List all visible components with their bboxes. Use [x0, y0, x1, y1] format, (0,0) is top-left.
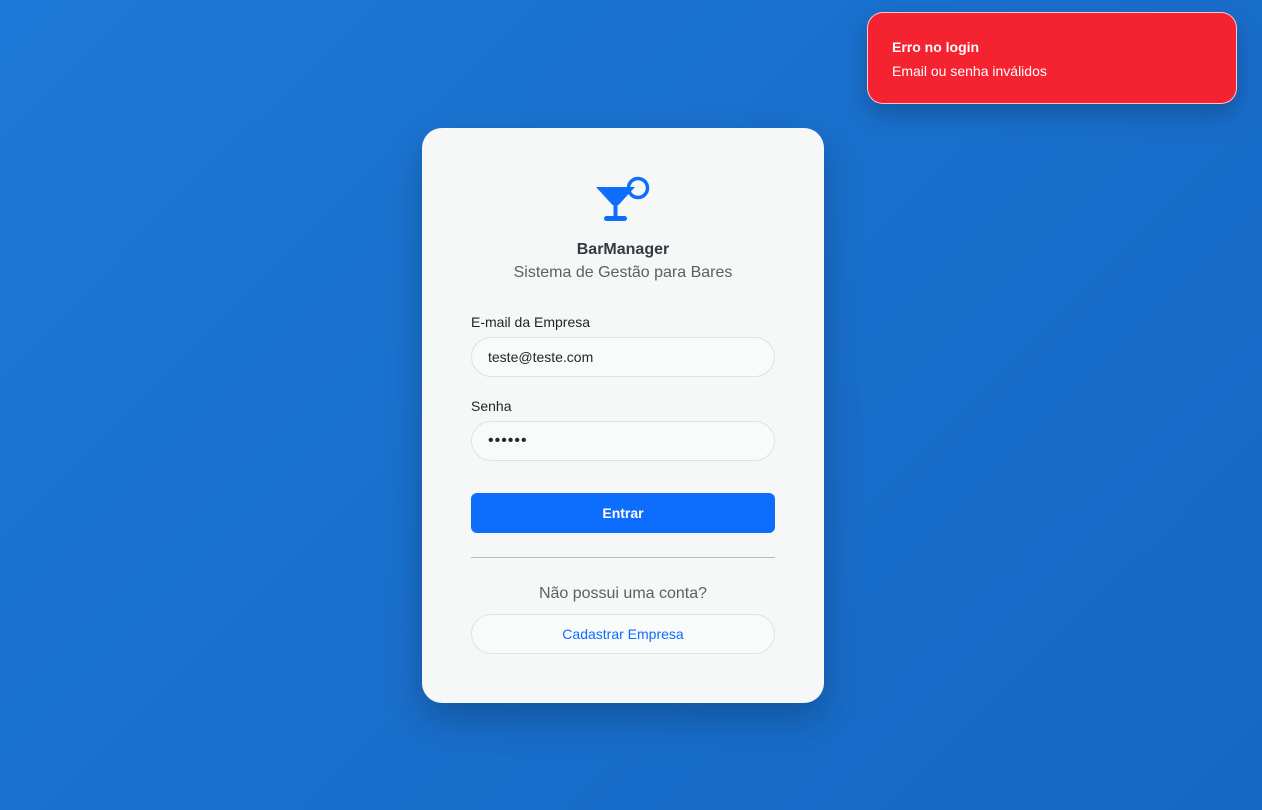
- password-label: Senha: [471, 398, 512, 414]
- password-field[interactable]: [471, 421, 775, 461]
- toast-message: Email ou senha inválidos: [892, 63, 1047, 79]
- toast-title: Erro no login: [892, 39, 980, 55]
- register-company-button[interactable]: Cadastrar Empresa: [471, 614, 775, 654]
- login-card: BarManager Sistema de Gestão para Bares …: [422, 128, 824, 703]
- divider: [471, 557, 775, 558]
- cocktail-icon: [596, 176, 650, 221]
- login-button[interactable]: Entrar: [471, 493, 775, 533]
- email-field[interactable]: [471, 337, 775, 377]
- brand-name: BarManager: [576, 241, 670, 258]
- no-account-prompt: Não possui uma conta?: [538, 585, 708, 602]
- error-toast: Erro no login Email ou senha inválidos: [867, 12, 1237, 104]
- email-label: E-mail da Empresa: [471, 314, 591, 330]
- brand-tagline: Sistema de Gestão para Bares: [513, 264, 733, 281]
